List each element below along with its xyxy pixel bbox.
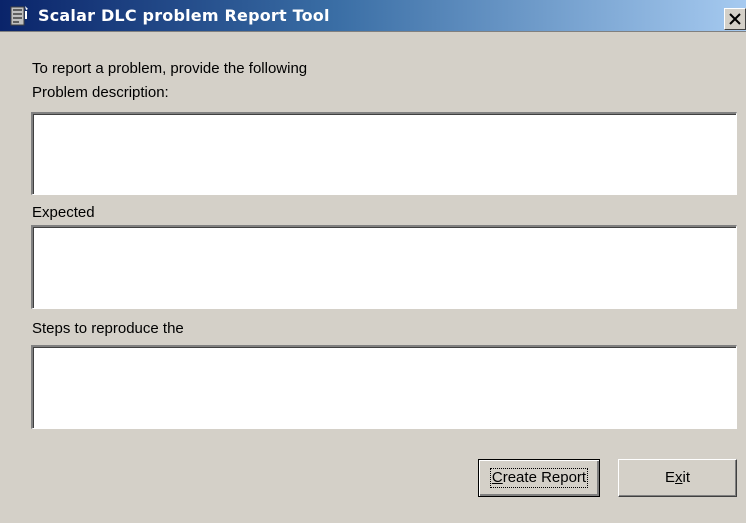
title-bar[interactable]: Scalar DLC problem Report Tool [0,0,746,32]
steps-to-reproduce-label: Steps to reproduce the [32,320,184,337]
problem-description-label: Problem description: [32,84,169,101]
create-report-button[interactable]: Create Report [478,459,600,497]
expected-field[interactable] [31,225,737,309]
window-title: Scalar DLC problem Report Tool [38,6,330,25]
steps-to-reproduce-field[interactable] [31,345,737,429]
exit-label-start: E [664,469,675,486]
create-report-accelerator: C [491,469,503,486]
create-report-label-rest: reate Report [502,469,587,486]
expected-label: Expected [32,204,95,221]
exit-accelerator: x [675,469,683,486]
problem-description-field[interactable] [31,112,737,195]
create-report-label: Create Report [489,468,589,488]
intro-text: To report a problem, provide the followi… [32,60,308,77]
report-tool-app-icon [10,5,30,27]
exit-label: Exit [665,469,690,486]
exit-label-rest: it [682,469,691,486]
close-button[interactable] [724,8,746,30]
report-tool-window: Scalar DLC problem Report Tool To report… [0,0,746,523]
exit-button[interactable]: Exit [618,459,737,497]
